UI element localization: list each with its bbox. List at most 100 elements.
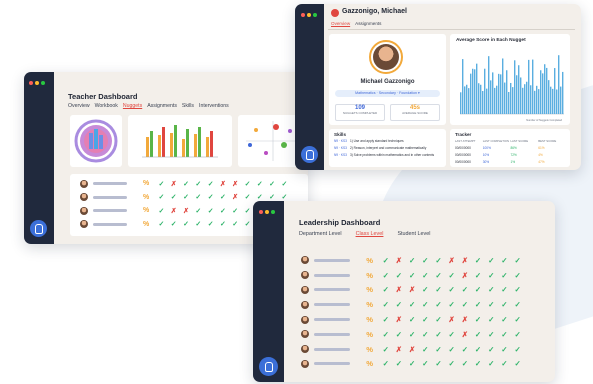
subject-select[interactable]: Mathematics · Secondary · Foundation ▾ — [335, 90, 440, 97]
chart-bar — [526, 81, 528, 114]
table-row[interactable]: % ✓ ✗ ✓ ✓ ✓ ✗ ✗ ✓ ✓ ✓ ✓ — [80, 177, 291, 191]
chart-bar — [550, 86, 552, 114]
tracker-row[interactable]: 00/00/0000 30% 1% 47% — [455, 160, 566, 164]
tab-overview[interactable]: Overview — [331, 21, 350, 26]
check-icon: ✓ — [158, 194, 165, 202]
chart-bar — [510, 82, 512, 114]
tracker-header: LAST ATTEMPT — [455, 139, 476, 143]
student-avatar — [301, 300, 309, 309]
cross-icon: ✗ — [219, 180, 226, 188]
tracker-row[interactable]: 00/00/0000 100% 86% 61% — [455, 146, 566, 150]
tracker-row[interactable]: 00/00/0000 10% 72% 4% — [455, 153, 566, 157]
check-icon: ✓ — [474, 270, 482, 280]
student-avatar — [301, 345, 309, 354]
student-name-placeholder — [314, 318, 350, 322]
maximize-dot[interactable] — [41, 81, 45, 85]
table-row[interactable]: % ✓ ✗ ✓ ✓ ✓ ✗ ✗ ✓ ✓ ✓ ✓ — [301, 253, 524, 268]
check-icon: ✓ — [382, 270, 389, 280]
user-avatar-icon[interactable] — [259, 357, 278, 376]
cross-icon: ✗ — [395, 255, 403, 265]
tracker-header-row: LAST ATTEMPT LAST COMPLETION LAST SCORE BES… — [455, 139, 566, 143]
cross-icon: ✗ — [461, 329, 469, 339]
student-avatar — [301, 330, 309, 339]
skill-item[interactable]: N9 · KS3 2) Reason, interpret and communi… — [334, 146, 442, 150]
tab-skills[interactable]: Skills — [182, 103, 194, 109]
table-row[interactable]: % ✓ ✓ ✓ ✓ ✓ ✓ ✓ ✓ ✓ ✓ ✓ — [301, 297, 524, 312]
student-avatar — [301, 359, 309, 368]
tab-assignments[interactable]: Assignments — [147, 103, 177, 109]
nugget-illustration-card[interactable] — [70, 115, 122, 167]
minimize-dot[interactable] — [35, 81, 39, 85]
close-dot[interactable] — [29, 81, 33, 85]
table-row[interactable]: % ✓ ✗ ✗ ✓ ✓ ✓ ✓ ✓ ✓ ✓ ✓ — [301, 283, 524, 298]
tracker-cell: 00/00/0000 — [455, 153, 471, 157]
cross-icon: ✗ — [408, 344, 416, 354]
skill-item[interactable]: N9 · KS3 3) Solve problems within mathema… — [334, 153, 442, 157]
student-name-placeholder — [314, 258, 350, 262]
chart-bar — [480, 84, 482, 114]
user-avatar-icon[interactable] — [301, 146, 318, 163]
percent-icon: % — [143, 180, 150, 188]
tab-overview[interactable]: Overview — [68, 103, 90, 109]
close-dot[interactable] — [259, 210, 263, 214]
tab-interventions[interactable]: Interventions — [199, 103, 229, 109]
table-row[interactable]: % ✓ ✓ ✓ ✓ ✓ ✓ ✗ ✓ ✓ ✓ ✓ — [301, 268, 524, 283]
check-icon: ✓ — [256, 180, 263, 188]
chart-bar — [546, 67, 548, 114]
chart-bar — [508, 92, 510, 114]
chart-bar — [538, 89, 540, 114]
check-icon: ✓ — [382, 285, 389, 295]
check-icon: ✓ — [501, 255, 508, 265]
check-icon: ✓ — [488, 315, 495, 325]
mini-bar-chart-card[interactable] — [128, 115, 232, 167]
check-icon: ✓ — [195, 180, 202, 188]
tracker-header: BEST SCORE — [538, 139, 557, 143]
divider — [328, 29, 575, 30]
tab-workbook[interactable]: Workbook — [95, 103, 118, 109]
student-avatar — [80, 179, 88, 188]
check-icon: ✓ — [395, 270, 403, 280]
tracker-cell: 10% — [482, 153, 490, 157]
chart-bar — [556, 89, 558, 114]
check-icon: ✓ — [448, 270, 455, 280]
tab-assignments[interactable]: Assignments — [355, 21, 381, 26]
minimize-dot[interactable] — [265, 210, 269, 214]
tracker-cell: 30% — [482, 160, 490, 164]
table-row[interactable]: % ✓ ✗ ✗ ✓ ✓ ✓ ✓ ✓ ✓ ✓ ✓ — [301, 342, 524, 357]
student-profile-window: Gazzonigo, Michael Overview Assignments M… — [295, 4, 581, 170]
check-icon: ✓ — [382, 300, 389, 310]
student-avatar — [301, 285, 309, 294]
tab-class-level[interactable]: Class Level — [356, 231, 384, 237]
check-icon: ✓ — [219, 194, 226, 202]
tracker-card: Tracker LAST ATTEMPT LAST COMPLETION LAST … — [450, 129, 570, 167]
check-icon: ✓ — [448, 344, 455, 354]
student-badge-icon — [331, 9, 339, 17]
table-row[interactable]: % ✓ ✓ ✓ ✓ ✓ ✓ ✗ ✓ ✓ ✓ ✓ — [301, 327, 524, 342]
chart-bar — [496, 85, 498, 114]
check-icon: ✓ — [408, 300, 416, 310]
table-row[interactable]: % ✓ ✓ ✓ ✓ ✓ ✓ ✓ ✓ ✓ ✓ ✓ — [301, 357, 524, 372]
chart-bar — [520, 77, 522, 114]
percent-icon: % — [143, 193, 150, 201]
percent-icon: % — [143, 220, 150, 228]
user-avatar-icon[interactable] — [30, 220, 47, 237]
close-dot[interactable] — [301, 13, 305, 17]
chart-bar — [474, 69, 476, 114]
maximize-dot[interactable] — [271, 210, 275, 214]
check-icon: ✓ — [514, 270, 521, 280]
tab-student-level[interactable]: Student Level — [397, 231, 430, 237]
student-name-placeholder — [93, 182, 127, 186]
check-icon: ✓ — [448, 359, 455, 369]
tab-department-level[interactable]: Department Level — [299, 231, 342, 237]
check-icon: ✓ — [158, 180, 165, 188]
minimize-dot[interactable] — [307, 13, 311, 17]
table-row[interactable]: % ✓ ✗ ✓ ✓ ✓ ✗ ✗ ✓ ✓ ✓ ✓ — [301, 312, 524, 327]
check-icon: ✓ — [514, 359, 521, 369]
check-icon: ✓ — [195, 221, 202, 229]
check-icon: ✓ — [244, 207, 251, 215]
skill-item[interactable]: N9 · KS3 1) Use and apply standard techni… — [334, 139, 442, 143]
tab-nuggets[interactable]: Nuggets — [123, 103, 142, 109]
maximize-dot[interactable] — [313, 13, 317, 17]
percent-icon: % — [366, 270, 373, 280]
chart-bar — [554, 68, 556, 114]
